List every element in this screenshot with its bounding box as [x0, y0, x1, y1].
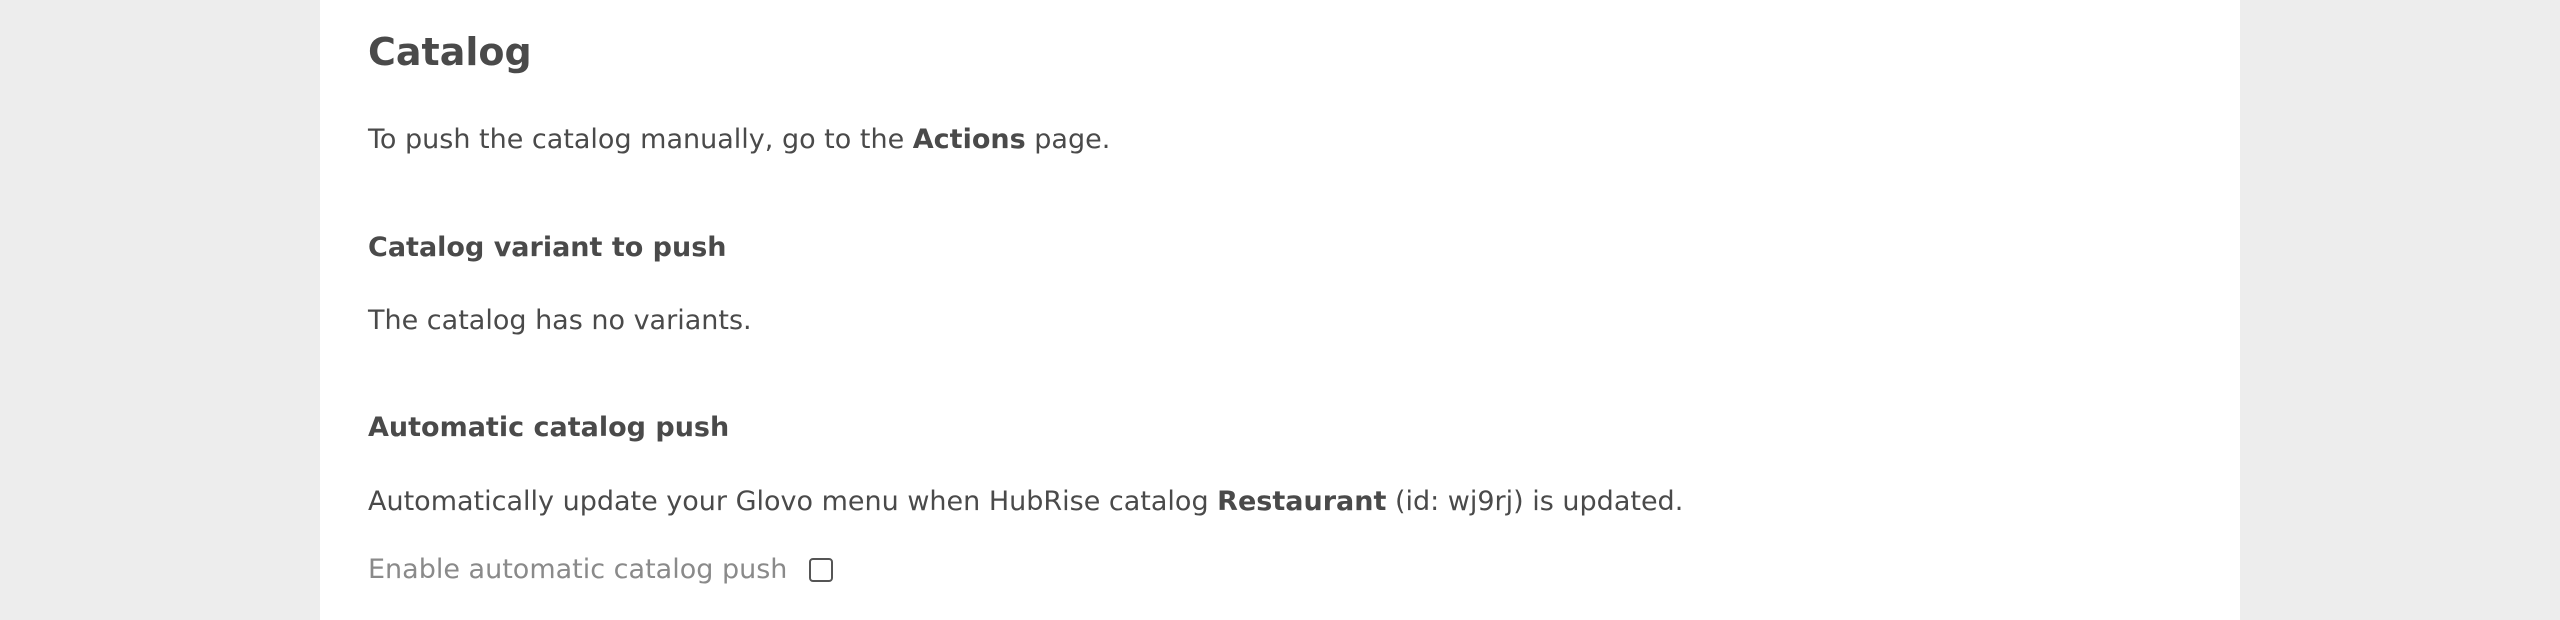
catalog-panel: Catalog To push the catalog manually, go… — [320, 0, 2240, 620]
intro-text: To push the catalog manually, go to the … — [368, 124, 1110, 155]
auto-push-description: Automatically update your Glovo menu whe… — [368, 486, 1683, 517]
auto-push-description-prefix: Automatically update your Glovo menu whe… — [368, 486, 1218, 517]
variant-section-heading: Catalog variant to push — [368, 232, 727, 263]
no-variants-message: The catalog has no variants. — [368, 305, 752, 336]
auto-push-checkbox-label[interactable]: Enable automatic catalog push — [368, 554, 787, 585]
auto-push-toggle-row: Enable automatic catalog push — [368, 554, 834, 585]
catalog-name: Restaurant — [1217, 486, 1387, 517]
page-title: Catalog — [368, 30, 532, 74]
auto-push-section-heading: Automatic catalog push — [368, 412, 730, 443]
actions-page-link: Actions — [912, 124, 1026, 155]
auto-push-description-suffix: (id: wj9rj) is updated. — [1386, 486, 1684, 517]
intro-suffix: page. — [1025, 124, 1111, 155]
intro-prefix: To push the catalog manually, go to the — [368, 124, 913, 155]
auto-push-checkbox[interactable] — [809, 557, 834, 582]
